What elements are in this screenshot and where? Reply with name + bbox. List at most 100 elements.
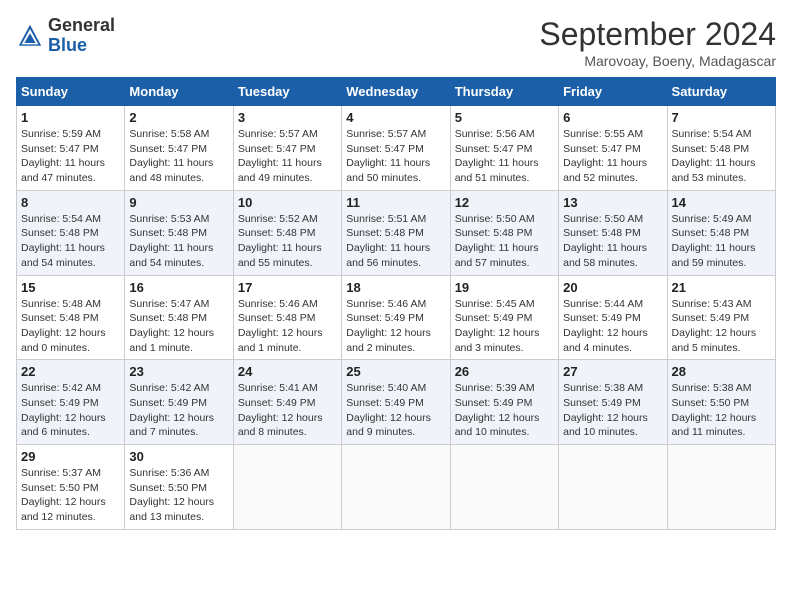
weekday-header-sunday: Sunday bbox=[17, 78, 125, 106]
weekday-header-thursday: Thursday bbox=[450, 78, 558, 106]
logo-text: General Blue bbox=[48, 16, 115, 56]
day-info: Sunrise: 5:57 AMSunset: 5:47 PMDaylight:… bbox=[238, 127, 337, 186]
week-row-3: 15 Sunrise: 5:48 AMSunset: 5:48 PMDayligh… bbox=[17, 275, 776, 360]
day-number: 7 bbox=[672, 110, 771, 125]
calendar-cell: 12Sunrise: 5:50 AMSunset: 5:48 PMDayligh… bbox=[450, 190, 558, 275]
calendar-cell: 11 Sunrise: 5:51 AMSunset: 5:48 PMDayligh… bbox=[342, 190, 450, 275]
calendar-cell: 17 Sunrise: 5:46 AMSunset: 5:48 PMDayligh… bbox=[233, 275, 341, 360]
day-number: 29 bbox=[21, 449, 120, 464]
calendar-cell: 13Sunrise: 5:50 AMSunset: 5:48 PMDayligh… bbox=[559, 190, 667, 275]
calendar-cell: 26 Sunrise: 5:39 AMSunset: 5:49 PMDayligh… bbox=[450, 360, 558, 445]
day-number: 28 bbox=[672, 364, 771, 379]
day-info: Sunrise: 5:42 AMSunset: 5:49 PMDaylight:… bbox=[129, 381, 228, 440]
day-number: 17 bbox=[238, 280, 337, 295]
weekday-header-saturday: Saturday bbox=[667, 78, 775, 106]
page-header: General Blue September 2024 Marovoay, Bo… bbox=[16, 16, 776, 69]
day-info: Sunrise: 5:49 AMSunset: 5:48 PMDaylight:… bbox=[672, 212, 771, 271]
day-number: 22 bbox=[21, 364, 120, 379]
calendar-cell bbox=[559, 445, 667, 530]
day-info: Sunrise: 5:57 AMSunset: 5:47 PMDaylight:… bbox=[346, 127, 445, 186]
day-info: Sunrise: 5:46 AMSunset: 5:48 PMDaylight:… bbox=[238, 297, 337, 356]
day-number: 14 bbox=[672, 195, 771, 210]
calendar-cell bbox=[342, 445, 450, 530]
day-number: 18 bbox=[346, 280, 445, 295]
day-number: 8 bbox=[21, 195, 120, 210]
day-info: Sunrise: 5:43 AMSunset: 5:49 PMDaylight:… bbox=[672, 297, 771, 356]
day-info: Sunrise: 5:54 AMSunset: 5:48 PMDaylight:… bbox=[21, 212, 120, 271]
day-info: Sunrise: 5:44 AMSunset: 5:49 PMDaylight:… bbox=[563, 297, 662, 356]
day-info: Sunrise: 5:46 AMSunset: 5:49 PMDaylight:… bbox=[346, 297, 445, 356]
month-title: September 2024 bbox=[539, 16, 776, 53]
week-row-1: 1 Sunrise: 5:59 AMSunset: 5:47 PMDaylight… bbox=[17, 106, 776, 191]
calendar-cell: 28Sunrise: 5:38 AMSunset: 5:50 PMDayligh… bbox=[667, 360, 775, 445]
day-info: Sunrise: 5:48 AMSunset: 5:48 PMDaylight:… bbox=[21, 297, 120, 356]
calendar-cell: 10 Sunrise: 5:52 AMSunset: 5:48 PMDayligh… bbox=[233, 190, 341, 275]
day-info: Sunrise: 5:52 AMSunset: 5:48 PMDaylight:… bbox=[238, 212, 337, 271]
calendar-cell: 4 Sunrise: 5:57 AMSunset: 5:47 PMDaylight… bbox=[342, 106, 450, 191]
day-number: 13 bbox=[563, 195, 662, 210]
title-block: September 2024 Marovoay, Boeny, Madagasc… bbox=[539, 16, 776, 69]
calendar-cell bbox=[450, 445, 558, 530]
calendar-cell: 18 Sunrise: 5:46 AMSunset: 5:49 PMDayligh… bbox=[342, 275, 450, 360]
calendar-cell: 21 Sunrise: 5:43 AMSunset: 5:49 PMDayligh… bbox=[667, 275, 775, 360]
day-number: 27 bbox=[563, 364, 662, 379]
calendar-cell bbox=[667, 445, 775, 530]
calendar-cell: 30 Sunrise: 5:36 AMSunset: 5:50 PMDayligh… bbox=[125, 445, 233, 530]
calendar-cell: 8 Sunrise: 5:54 AMSunset: 5:48 PMDaylight… bbox=[17, 190, 125, 275]
week-row-2: 8 Sunrise: 5:54 AMSunset: 5:48 PMDaylight… bbox=[17, 190, 776, 275]
day-number: 19 bbox=[455, 280, 554, 295]
day-info: Sunrise: 5:55 AMSunset: 5:47 PMDaylight:… bbox=[563, 127, 662, 186]
week-row-4: 22 Sunrise: 5:42 AMSunset: 5:49 PMDayligh… bbox=[17, 360, 776, 445]
day-number: 9 bbox=[129, 195, 228, 210]
day-info: Sunrise: 5:51 AMSunset: 5:48 PMDaylight:… bbox=[346, 212, 445, 271]
calendar-cell: 1 Sunrise: 5:59 AMSunset: 5:47 PMDaylight… bbox=[17, 106, 125, 191]
day-number: 2 bbox=[129, 110, 228, 125]
calendar-cell: 24 Sunrise: 5:41 AMSunset: 5:49 PMDayligh… bbox=[233, 360, 341, 445]
day-number: 4 bbox=[346, 110, 445, 125]
day-info: Sunrise: 5:41 AMSunset: 5:49 PMDaylight:… bbox=[238, 381, 337, 440]
calendar-cell: 23 Sunrise: 5:42 AMSunset: 5:49 PMDayligh… bbox=[125, 360, 233, 445]
day-number: 6 bbox=[563, 110, 662, 125]
day-info: Sunrise: 5:59 AMSunset: 5:47 PMDaylight:… bbox=[21, 127, 120, 186]
calendar-cell: 19 Sunrise: 5:45 AMSunset: 5:49 PMDayligh… bbox=[450, 275, 558, 360]
week-row-5: 29Sunrise: 5:37 AMSunset: 5:50 PMDayligh… bbox=[17, 445, 776, 530]
logo: General Blue bbox=[16, 16, 115, 56]
calendar-cell: 2Sunrise: 5:58 AMSunset: 5:47 PMDaylight… bbox=[125, 106, 233, 191]
day-number: 23 bbox=[129, 364, 228, 379]
day-number: 24 bbox=[238, 364, 337, 379]
day-info: Sunrise: 5:47 AMSunset: 5:48 PMDaylight:… bbox=[129, 297, 228, 356]
day-number: 11 bbox=[346, 195, 445, 210]
day-info: Sunrise: 5:56 AMSunset: 5:47 PMDaylight:… bbox=[455, 127, 554, 186]
day-info: Sunrise: 5:39 AMSunset: 5:49 PMDaylight:… bbox=[455, 381, 554, 440]
calendar-cell: 5 Sunrise: 5:56 AMSunset: 5:47 PMDaylight… bbox=[450, 106, 558, 191]
day-info: Sunrise: 5:40 AMSunset: 5:49 PMDaylight:… bbox=[346, 381, 445, 440]
day-number: 25 bbox=[346, 364, 445, 379]
day-number: 20 bbox=[563, 280, 662, 295]
day-info: Sunrise: 5:54 AMSunset: 5:48 PMDaylight:… bbox=[672, 127, 771, 186]
day-number: 3 bbox=[238, 110, 337, 125]
day-info: Sunrise: 5:42 AMSunset: 5:49 PMDaylight:… bbox=[21, 381, 120, 440]
day-info: Sunrise: 5:53 AMSunset: 5:48 PMDaylight:… bbox=[129, 212, 228, 271]
calendar-cell: 14 Sunrise: 5:49 AMSunset: 5:48 PMDayligh… bbox=[667, 190, 775, 275]
day-info: Sunrise: 5:45 AMSunset: 5:49 PMDaylight:… bbox=[455, 297, 554, 356]
weekday-header-row: SundayMondayTuesdayWednesdayThursdayFrid… bbox=[17, 78, 776, 106]
day-info: Sunrise: 5:36 AMSunset: 5:50 PMDaylight:… bbox=[129, 466, 228, 525]
day-number: 1 bbox=[21, 110, 120, 125]
calendar-cell: 27 Sunrise: 5:38 AMSunset: 5:49 PMDayligh… bbox=[559, 360, 667, 445]
calendar-cell: 7 Sunrise: 5:54 AMSunset: 5:48 PMDaylight… bbox=[667, 106, 775, 191]
day-number: 21 bbox=[672, 280, 771, 295]
calendar-cell: 9 Sunrise: 5:53 AMSunset: 5:48 PMDaylight… bbox=[125, 190, 233, 275]
calendar-cell: 15 Sunrise: 5:48 AMSunset: 5:48 PMDayligh… bbox=[17, 275, 125, 360]
day-number: 30 bbox=[129, 449, 228, 464]
calendar-cell: 25 Sunrise: 5:40 AMSunset: 5:49 PMDayligh… bbox=[342, 360, 450, 445]
logo-icon bbox=[16, 22, 44, 50]
calendar-cell: 6 Sunrise: 5:55 AMSunset: 5:47 PMDaylight… bbox=[559, 106, 667, 191]
day-number: 15 bbox=[21, 280, 120, 295]
day-number: 5 bbox=[455, 110, 554, 125]
calendar-cell: 29Sunrise: 5:37 AMSunset: 5:50 PMDayligh… bbox=[17, 445, 125, 530]
day-info: Sunrise: 5:38 AMSunset: 5:49 PMDaylight:… bbox=[563, 381, 662, 440]
day-number: 26 bbox=[455, 364, 554, 379]
day-number: 10 bbox=[238, 195, 337, 210]
calendar-cell: 3 Sunrise: 5:57 AMSunset: 5:47 PMDaylight… bbox=[233, 106, 341, 191]
calendar-cell: 22 Sunrise: 5:42 AMSunset: 5:49 PMDayligh… bbox=[17, 360, 125, 445]
